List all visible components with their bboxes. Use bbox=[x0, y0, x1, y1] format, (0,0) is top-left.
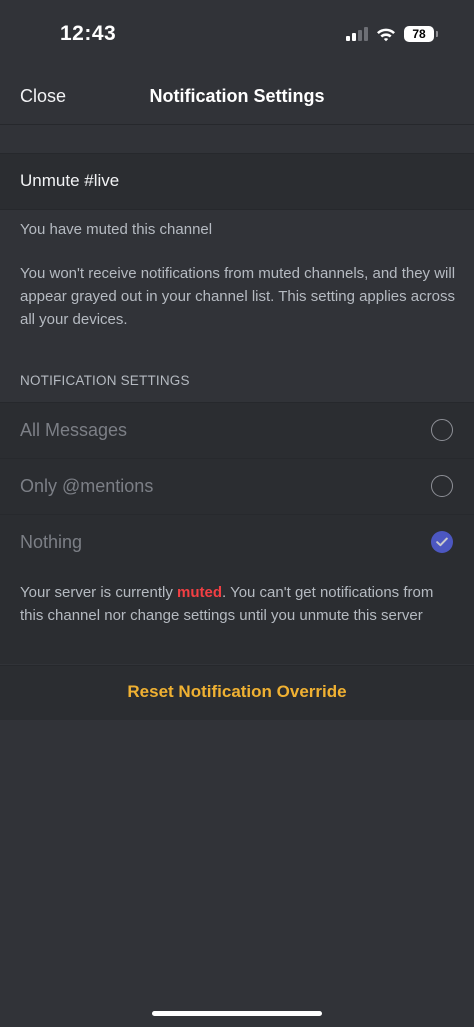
status-time: 12:43 bbox=[60, 22, 117, 45]
option-only-mentions[interactable]: Only @mentions bbox=[0, 459, 474, 515]
notification-options-list: All Messages Only @mentions Nothing bbox=[0, 402, 474, 570]
reset-notification-override-button[interactable]: Reset Notification Override bbox=[0, 682, 474, 702]
reset-notification-override-row[interactable]: Reset Notification Override bbox=[0, 665, 474, 720]
unmute-channel-label: Unmute #live bbox=[20, 171, 120, 190]
option-label: Nothing bbox=[20, 532, 83, 552]
wifi-icon bbox=[377, 28, 395, 41]
status-bar: 12:43 78 bbox=[0, 0, 474, 70]
option-nothing[interactable]: Nothing bbox=[0, 515, 474, 570]
note-prefix: Your server is currently bbox=[20, 584, 178, 601]
server-muted-note: Your server is currently muted. You can'… bbox=[0, 570, 474, 664]
checkmark-icon bbox=[436, 537, 448, 547]
muted-word: muted bbox=[177, 584, 223, 601]
page-title: Notification Settings bbox=[149, 86, 325, 106]
home-indicator[interactable] bbox=[152, 1011, 322, 1016]
unmute-channel-button[interactable]: Unmute #live bbox=[0, 153, 474, 210]
status-icons: 78 bbox=[346, 26, 438, 42]
cellular-signal-icon bbox=[346, 27, 368, 41]
section-header-notification-settings: NOTIFICATION SETTINGS bbox=[20, 373, 190, 388]
muted-description: You won't receive notifications from mut… bbox=[20, 265, 456, 328]
muted-status-text: You have muted this channel bbox=[20, 221, 213, 238]
option-label: All Messages bbox=[20, 420, 128, 440]
radio-checked-icon[interactable] bbox=[431, 531, 453, 553]
option-all-messages[interactable]: All Messages bbox=[0, 403, 474, 459]
battery-icon: 78 bbox=[404, 26, 438, 42]
server-muted-note-text: Your server is currently muted. You can'… bbox=[20, 581, 460, 627]
radio-unchecked-icon[interactable] bbox=[431, 419, 453, 441]
nav-bar: Close Notification Settings bbox=[0, 70, 474, 125]
radio-unchecked-icon[interactable] bbox=[431, 475, 453, 497]
battery-level: 78 bbox=[412, 27, 426, 41]
option-label: Only @mentions bbox=[20, 476, 154, 496]
